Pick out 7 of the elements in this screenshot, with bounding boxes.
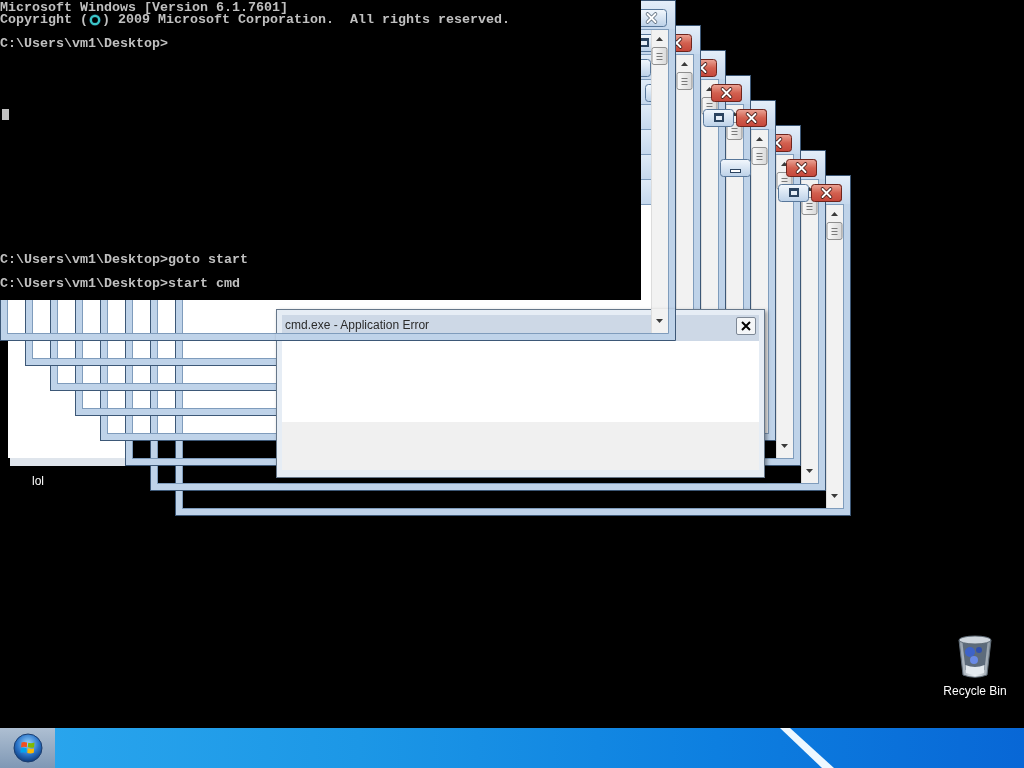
console-line: C:\Users\vm1\Desktop>	[0, 38, 168, 50]
console-line: Copyright (	[0, 14, 88, 26]
console-line: C:\Users\vm1\Desktop>goto start	[0, 254, 248, 266]
console-line: C:\Users\vm1\Desktop>start cmd	[0, 278, 240, 290]
console-line: ) 2009 Microsoft Corporation. All rights reserved.	[102, 14, 510, 26]
window-title: cmd.exe - Application Error	[285, 319, 430, 332]
console-line: Microsoft Windows [Version 6.1.7601]	[0, 2, 288, 14]
